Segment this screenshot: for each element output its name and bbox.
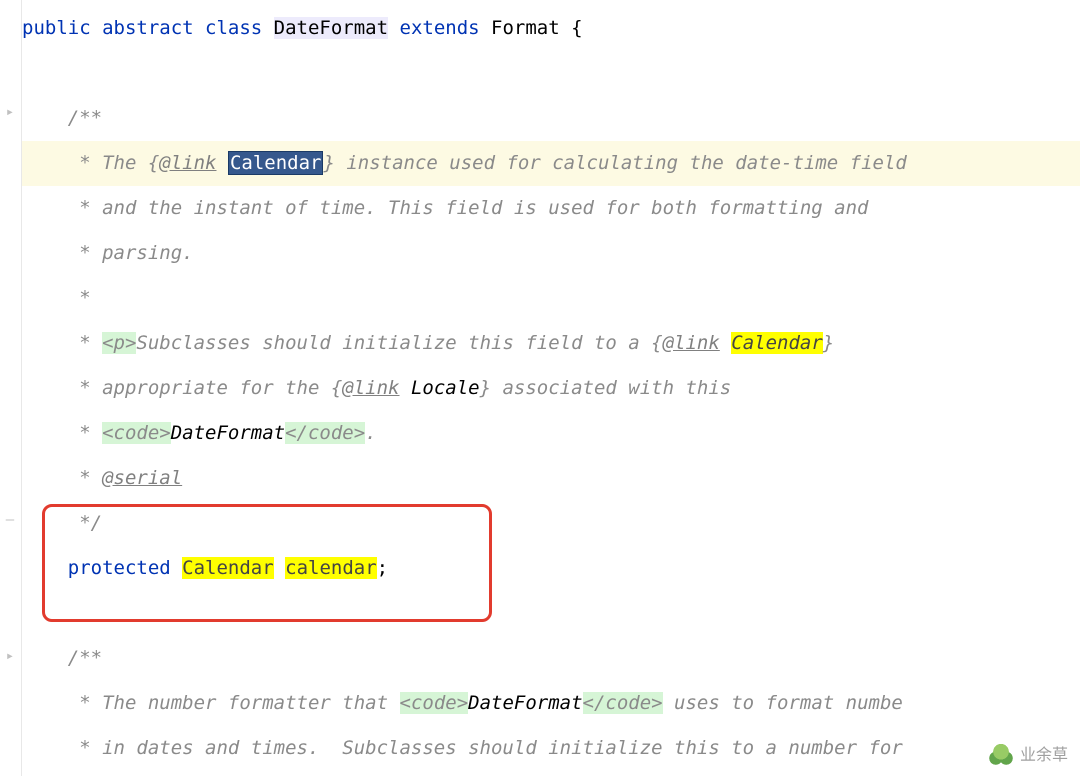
javadoc-line[interactable]: * <p>Subclasses should initialize this f… xyxy=(22,321,1080,366)
javadoc-line[interactable]: * xyxy=(22,276,1080,321)
keyword: public abstract class xyxy=(22,17,274,39)
atlink-tag: @link xyxy=(342,377,399,399)
javadoc-line[interactable]: * The {@link Calendar} instance used for… xyxy=(22,141,1080,186)
watermark: 业余草 xyxy=(988,740,1068,766)
atlink-tag: @link xyxy=(159,152,216,174)
atlink-tag: @link xyxy=(663,332,720,354)
search-match: Calendar xyxy=(731,332,823,354)
wechat-icon xyxy=(988,740,1014,766)
parent-class: Format xyxy=(491,17,560,39)
javadoc-line[interactable]: * parsing. xyxy=(22,231,1080,276)
code-editor[interactable]: public abstract class DateFormat extends… xyxy=(22,0,1080,771)
html-tag: <p> xyxy=(102,332,136,354)
keyword: protected xyxy=(22,557,182,579)
search-match: Calendar xyxy=(182,557,274,579)
code-line-blank[interactable] xyxy=(22,51,1080,96)
atserial-tag: @serial xyxy=(102,467,182,489)
javadoc-close[interactable]: */ xyxy=(22,501,1080,546)
type-name: DateFormat xyxy=(171,422,285,444)
javadoc-open[interactable]: /** xyxy=(22,96,1080,141)
javadoc-open[interactable]: /** xyxy=(22,636,1080,681)
javadoc-line[interactable]: * appropriate for the {@link Locale} ass… xyxy=(22,366,1080,411)
javadoc-line[interactable]: * @serial xyxy=(22,456,1080,501)
javadoc-line[interactable]: * The number formatter that <code>DateFo… xyxy=(22,681,1080,726)
selected-text: Calendar xyxy=(228,151,324,175)
type-link: Locale xyxy=(411,377,480,399)
javadoc-line[interactable]: * <code>DateFormat</code>. xyxy=(22,411,1080,456)
html-tag: </code> xyxy=(285,422,365,444)
watermark-text: 业余草 xyxy=(1020,741,1068,765)
html-tag: <code> xyxy=(102,422,171,444)
editor-gutter: ▸ – ▸ xyxy=(0,0,22,776)
class-name: DateFormat xyxy=(274,17,388,39)
fold-marker-icon[interactable]: ▸ xyxy=(2,648,18,664)
fold-marker-icon[interactable]: ▸ xyxy=(2,104,18,120)
javadoc-line[interactable]: * in dates and times. Subclasses should … xyxy=(22,726,1080,771)
code-line-blank[interactable] xyxy=(22,591,1080,636)
fold-marker-icon[interactable]: – xyxy=(2,512,18,528)
javadoc-line[interactable]: * and the instant of time. This field is… xyxy=(22,186,1080,231)
field-declaration[interactable]: protected Calendar calendar; xyxy=(22,546,1080,591)
code-line[interactable]: public abstract class DateFormat extends… xyxy=(22,6,1080,51)
html-tag: <code> xyxy=(400,692,469,714)
html-tag: </code> xyxy=(583,692,663,714)
brace: { xyxy=(560,17,583,39)
search-match: calendar xyxy=(285,557,377,579)
keyword: extends xyxy=(388,17,491,39)
type-name: DateFormat xyxy=(468,692,582,714)
